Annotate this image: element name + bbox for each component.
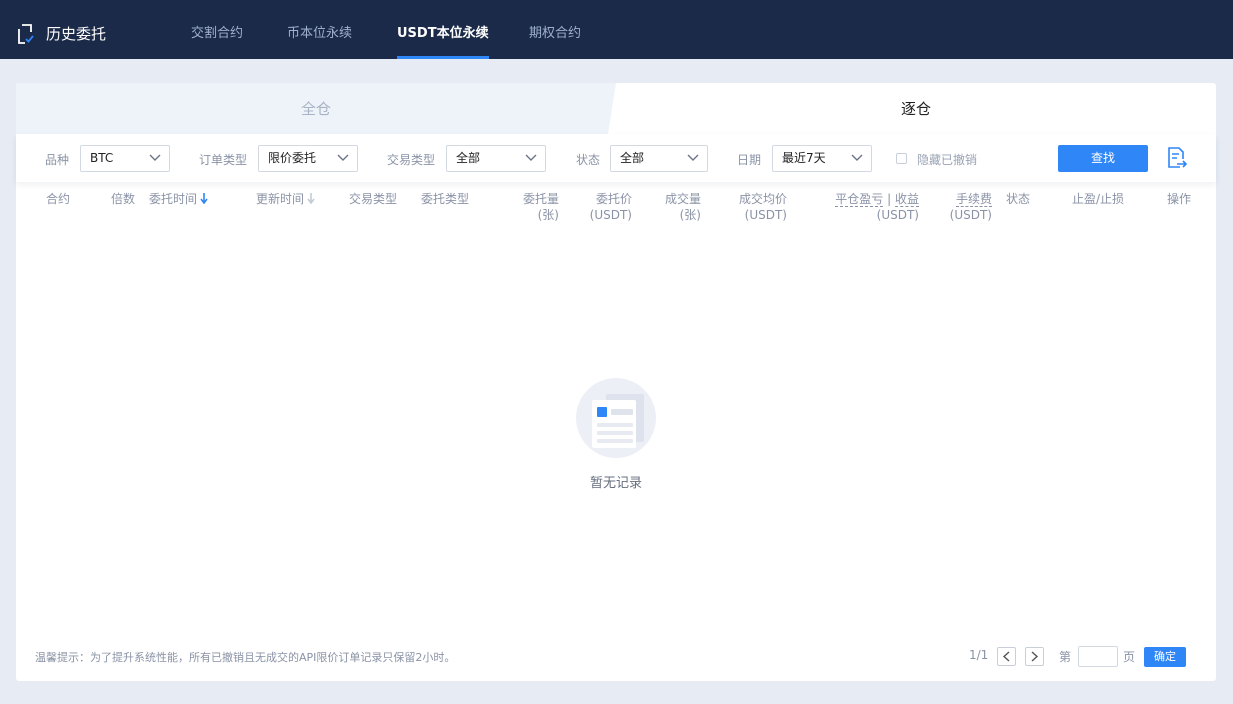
filter-bar: 品种 BTC 订单类型 限价委托 交易类型 全部 状态 全部 日期 最近7天 隐… [16,134,1216,182]
status-select-value: 全部 [620,151,645,165]
hide-cancelled-checkbox[interactable] [896,153,907,164]
footer-tip: 温馨提示：为了提升系统性能，所有已撤销且无成交的API限价订单记录只保留2小时。 [35,651,456,664]
page-jump-confirm-button[interactable]: 确定 [1144,647,1186,667]
col-update-time[interactable]: 更新时间 [256,191,315,207]
status-select[interactable]: 全部 [610,145,708,172]
col-fee: 手续费 (USDT) [949,192,992,222]
page-jump-suffix: 页 [1123,650,1136,664]
page-info: 1/1 [969,648,989,662]
margin-mode-tabs: 全仓 逐仓 [16,83,1216,134]
date-range-select[interactable]: 最近7天 [772,145,872,172]
date-range-select-value: 最近7天 [782,151,826,165]
status-label: 状态 [576,153,601,167]
history-orders-icon [18,24,34,44]
col-order-price: 委托价 (USDT) [589,192,632,222]
tab-isolated-margin[interactable]: 逐仓 [616,83,1216,134]
page-jump-input[interactable] [1078,646,1118,667]
sort-desc-icon [307,193,315,204]
empty-state-text: 暂无记录 [589,476,642,491]
nav-tab-usdt-margined-swap[interactable]: USDT本位永续 [397,0,489,59]
prev-page-button[interactable] [997,647,1016,666]
chevron-right-icon [1031,651,1039,662]
nav-tab-delivery-futures[interactable]: 交割合约 [191,0,243,59]
sort-desc-icon [200,193,208,204]
order-type-select[interactable]: 限价委托 [258,145,358,172]
hide-cancelled-label[interactable]: 隐藏已撤销 [917,151,977,168]
active-tab-indicator [397,56,489,59]
order-type-label: 订单类型 [199,153,248,167]
col-order-time[interactable]: 委托时间 [149,191,208,207]
top-header: 历史委托 交割合约 币本位永续 USDT本位永续 期权合约 [0,0,1233,59]
col-avg-price: 成交均价 (USDT) [738,192,787,222]
nav-tab-coin-margined-swap[interactable]: 币本位永续 [287,0,352,59]
chevron-down-icon [149,154,161,161]
chevron-left-icon [1002,651,1010,662]
symbol-select-value: BTC [90,151,114,165]
col-contract: 合约 [46,192,71,206]
tab-cross-margin[interactable]: 全仓 [16,83,616,134]
trade-type-label: 交易类型 [387,153,436,167]
col-trade-type: 交易类型 [349,192,398,206]
brand: 历史委托 [16,22,106,46]
export-icon[interactable] [1166,146,1188,170]
chevron-down-icon [687,154,699,161]
orders-card: 全仓 逐仓 品种 BTC 订单类型 限价委托 交易类型 全部 状态 全部 日期 … [16,83,1216,681]
empty-state-icon [576,378,656,458]
symbol-label: 品种 [45,153,70,167]
date-label: 日期 [737,153,762,167]
trade-type-select[interactable]: 全部 [446,145,546,172]
col-filled-qty: 成交量 (张) [664,192,701,222]
col-action: 操作 [1167,192,1192,206]
col-tp-sl: 止盈/止损 [1072,192,1125,206]
symbol-select[interactable]: BTC [80,145,170,172]
order-type-select-value: 限价委托 [268,151,317,165]
chevron-down-icon [525,154,537,161]
trade-type-select-value: 全部 [456,151,481,165]
col-status: 状态 [1006,192,1031,206]
next-page-button[interactable] [1025,647,1044,666]
col-order-type: 委托类型 [421,192,470,206]
nav-tab-options[interactable]: 期权合约 [529,0,581,59]
search-button[interactable]: 查找 [1058,145,1148,172]
col-leverage: 倍数 [111,192,136,206]
chevron-down-icon [851,154,863,161]
col-order-qty: 委托量 (张) [522,192,559,222]
page-title: 历史委托 [46,25,107,43]
col-pnl: 平仓盈亏 | 收益 (USDT) [835,192,919,222]
page-jump-prefix: 第 [1059,650,1072,664]
chevron-down-icon [337,154,349,161]
